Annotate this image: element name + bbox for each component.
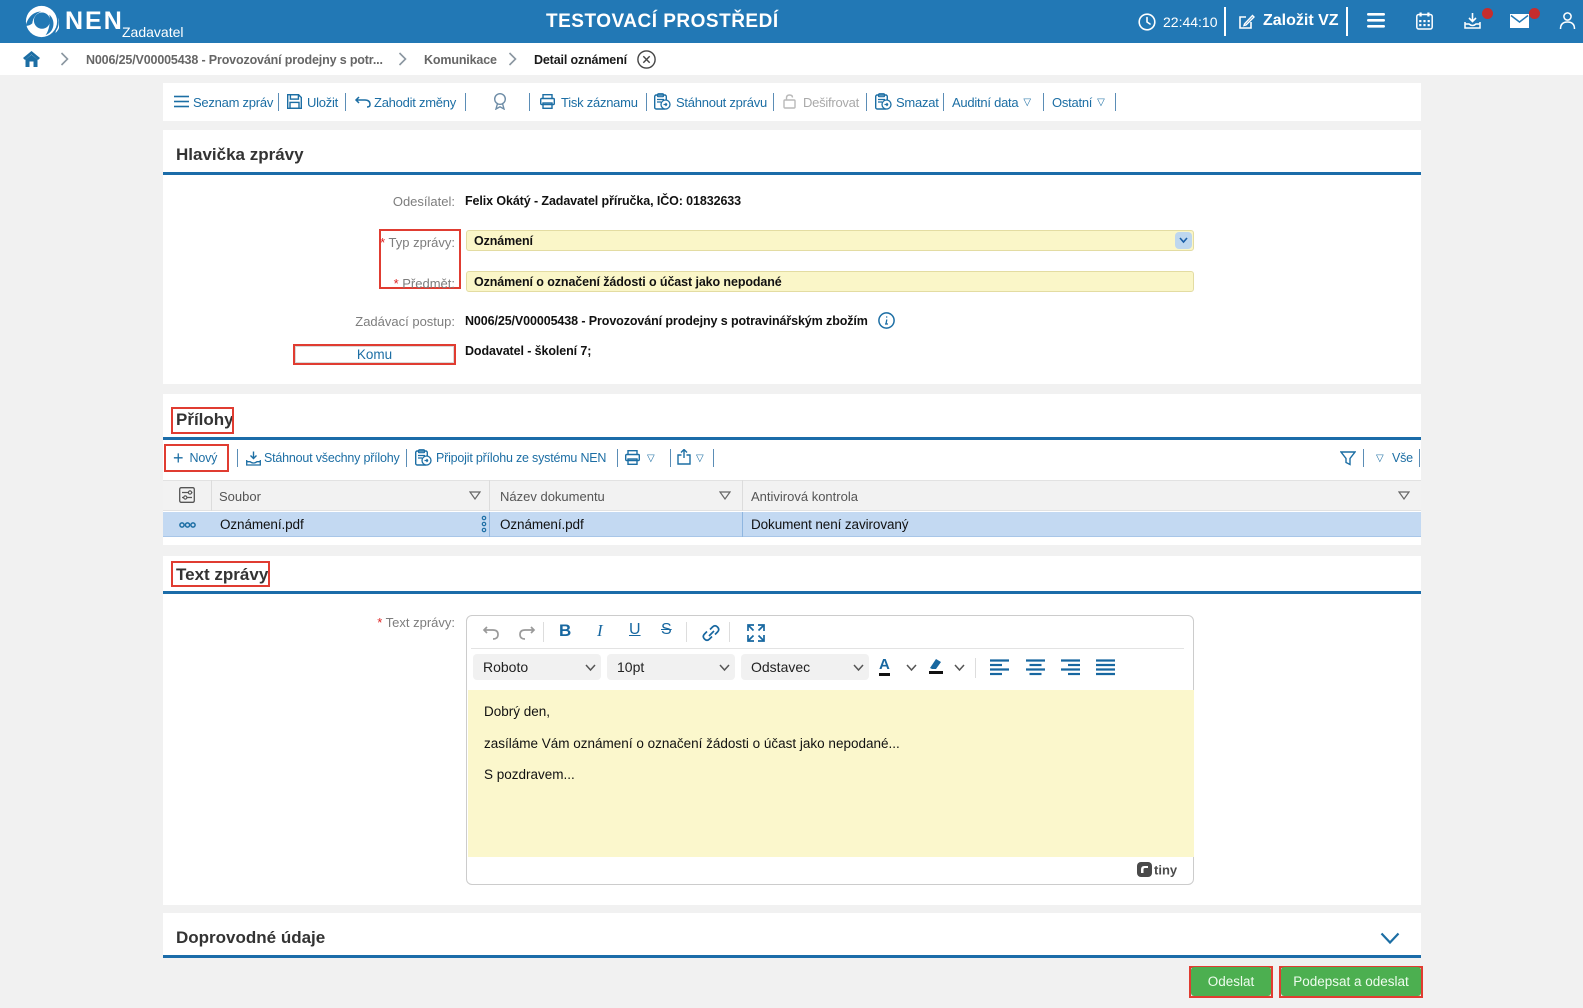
svg-text:tiny: tiny <box>1154 863 1178 878</box>
